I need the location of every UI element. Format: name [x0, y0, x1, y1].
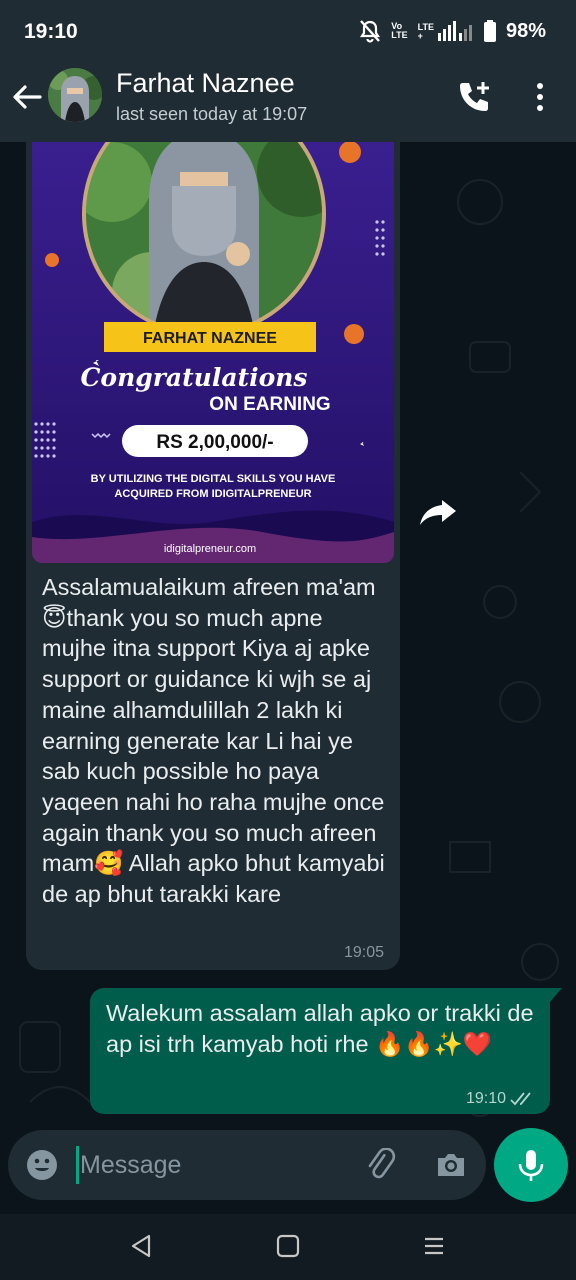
- outgoing-message-meta: 19:10: [466, 1090, 536, 1108]
- nav-home-icon[interactable]: [274, 1232, 302, 1260]
- poster-on-earning: ON EARNING: [209, 394, 330, 415]
- microphone-icon: [518, 1150, 544, 1181]
- forward-icon[interactable]: [416, 490, 460, 534]
- bubble-tail: [550, 988, 562, 1002]
- volte-indicator: Vo LTE: [391, 21, 408, 40]
- camera-icon[interactable]: [434, 1148, 468, 1182]
- poster-name-banner: FARHAT NAZNEE: [143, 330, 277, 347]
- mute-notifications-icon: [360, 20, 381, 43]
- nav-recents-icon[interactable]: [420, 1232, 448, 1260]
- avatar[interactable]: [48, 68, 102, 122]
- system-navigation-bar: [0, 1214, 576, 1280]
- status-bar: 19:10 Vo LTE LTE + 98%: [0, 0, 576, 62]
- text-cursor: [76, 1146, 79, 1184]
- outgoing-message-time: 19:10: [465, 1090, 506, 1107]
- battery-icon: [483, 20, 496, 42]
- incoming-message-text: Assalamualaikum afreen ma'am 😇thank you …: [42, 574, 385, 908]
- poster-caption-1: BY UTILIZING THE DIGITAL SKILLS YOU HAVE: [91, 473, 336, 485]
- poster-amount: RS 2,00,000/-: [156, 432, 273, 453]
- battery-percent: 98%: [505, 19, 546, 42]
- contact-name[interactable]: Farhat Naznee: [116, 68, 295, 99]
- last-seen-status: last seen today at 19:07: [116, 104, 308, 124]
- status-icons: Vo LTE LTE + 98%: [359, 18, 546, 44]
- attach-icon[interactable]: [364, 1148, 398, 1182]
- outgoing-message-text: Walekum assalam allah apko or trakki de …: [106, 1000, 534, 1057]
- congratulations-poster: FARHAT NAZNEE Congratulations ON EARNING…: [32, 142, 394, 563]
- congratulations-image[interactable]: FARHAT NAZNEE Congratulations ON EARNING…: [32, 142, 394, 563]
- voice-message-button[interactable]: [494, 1128, 568, 1202]
- back-arrow-icon[interactable]: [10, 80, 44, 114]
- incoming-message-time: 19:05: [343, 944, 384, 961]
- nav-back-icon[interactable]: [128, 1232, 156, 1260]
- add-call-icon[interactable]: [456, 80, 492, 116]
- emoji-icon[interactable]: [26, 1149, 58, 1181]
- outgoing-message[interactable]: Walekum assalam allah apko or trakki de …: [90, 988, 550, 1114]
- poster-congrats: Congratulations: [81, 363, 308, 392]
- incoming-message[interactable]: FARHAT NAZNEE Congratulations ON EARNING…: [26, 142, 400, 970]
- lte-indicator: LTE +: [418, 21, 474, 41]
- chat-header: Farhat Naznee last seen today at 19:07: [0, 62, 576, 142]
- more-options-icon[interactable]: [528, 82, 552, 112]
- poster-website: idigitalpreneur.com: [164, 543, 256, 555]
- poster-caption-2: ACQUIRED FROM IDIGITALPRENEUR: [114, 488, 311, 500]
- double-check-icon: [510, 1092, 531, 1106]
- message-composer: [8, 1130, 486, 1200]
- message-input[interactable]: [80, 1146, 330, 1184]
- signal-icon: [437, 21, 472, 41]
- chat-area[interactable]: FARHAT NAZNEE Congratulations ON EARNING…: [0, 142, 576, 1122]
- status-time: 19:10: [24, 20, 78, 43]
